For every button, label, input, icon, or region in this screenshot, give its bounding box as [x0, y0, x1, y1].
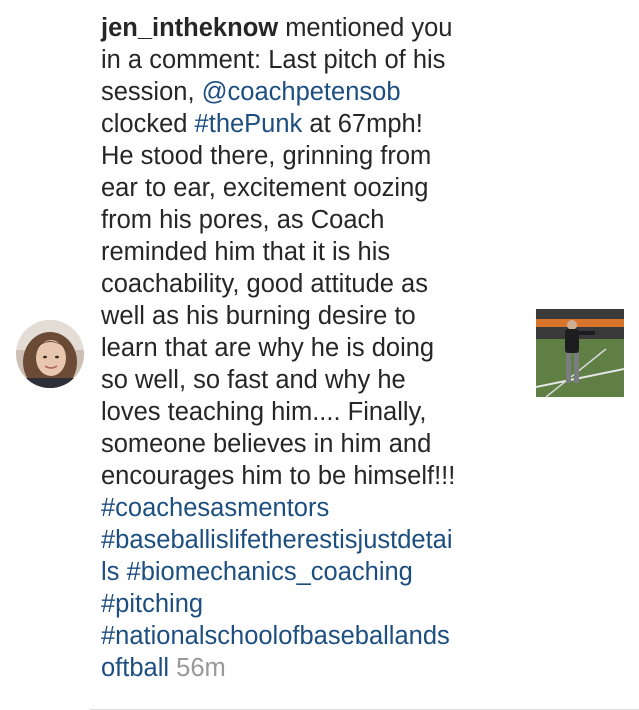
message-line: reminded him that it is his — [101, 238, 391, 266]
hashtag-link[interactable]: #baseballislifetherestisjustdetai — [101, 526, 453, 554]
message-line: #baseballislifetherestisjustdetai — [101, 524, 521, 556]
message-text: session, — [101, 78, 202, 106]
mention-link[interactable]: @coachpetensob — [202, 78, 401, 106]
hashtag-link[interactable]: #thePunk — [195, 110, 303, 138]
message-line: well as his burning desire to — [101, 302, 416, 330]
message-line: ear to ear, excitement oozing — [101, 174, 429, 202]
message-line: encourages him to be himself!!! — [101, 462, 456, 490]
hashtag-link[interactable]: ls — [101, 558, 119, 586]
message-line: #nationalschoolofbaseballands — [101, 620, 521, 652]
message-line: learn that are why he is doing — [101, 334, 435, 362]
hashtag-link[interactable]: #nationalschoolofbaseballands — [101, 622, 450, 650]
message-line: someone believes in him and — [101, 430, 432, 458]
hashtag-link[interactable]: oftball — [101, 654, 169, 682]
post-thumbnail-photo-icon — [536, 309, 624, 397]
hashtag-link[interactable]: #pitching — [101, 590, 203, 618]
comment-mention-notification[interactable]: jen_intheknow mentioned you in a comment… — [0, 0, 639, 710]
hashtag-link[interactable]: #biomechanics_coaching — [127, 558, 413, 586]
hashtag-link[interactable]: #coachesasmentors — [101, 494, 329, 522]
user-avatar[interactable] — [16, 320, 84, 388]
message-line: He stood there, grinning from — [101, 142, 432, 170]
notification-message: jen_intheknow mentioned you in a comment… — [101, 12, 521, 684]
message-line: #pitching — [101, 588, 521, 620]
username-link[interactable]: jen_intheknow — [101, 14, 278, 42]
message-line: session, @coachpetensob — [101, 76, 521, 108]
message-line: in a comment: Last pitch of his — [101, 46, 446, 74]
message-line: oftball 56m — [101, 652, 521, 684]
message-line: clocked #thePunk at 67mph! — [101, 108, 521, 140]
message-text: clocked — [101, 110, 195, 138]
message-line: #coachesasmentors — [101, 492, 521, 524]
post-thumbnail[interactable] — [536, 309, 624, 397]
message-line: from his pores, as Coach — [101, 206, 385, 234]
message-line: jen_intheknow mentioned you — [101, 12, 521, 44]
timestamp: 56m — [176, 654, 226, 682]
avatar-photo-icon — [16, 320, 84, 388]
message-text: at 67mph! — [302, 110, 423, 138]
message-line: so well, so fast and why he — [101, 366, 406, 394]
action-text: mentioned you — [278, 14, 453, 42]
message-line: coachability, good attitude as — [101, 270, 428, 298]
message-line: loves teaching him.... Finally, — [101, 398, 427, 426]
message-line: ls #biomechanics_coaching — [101, 556, 521, 588]
